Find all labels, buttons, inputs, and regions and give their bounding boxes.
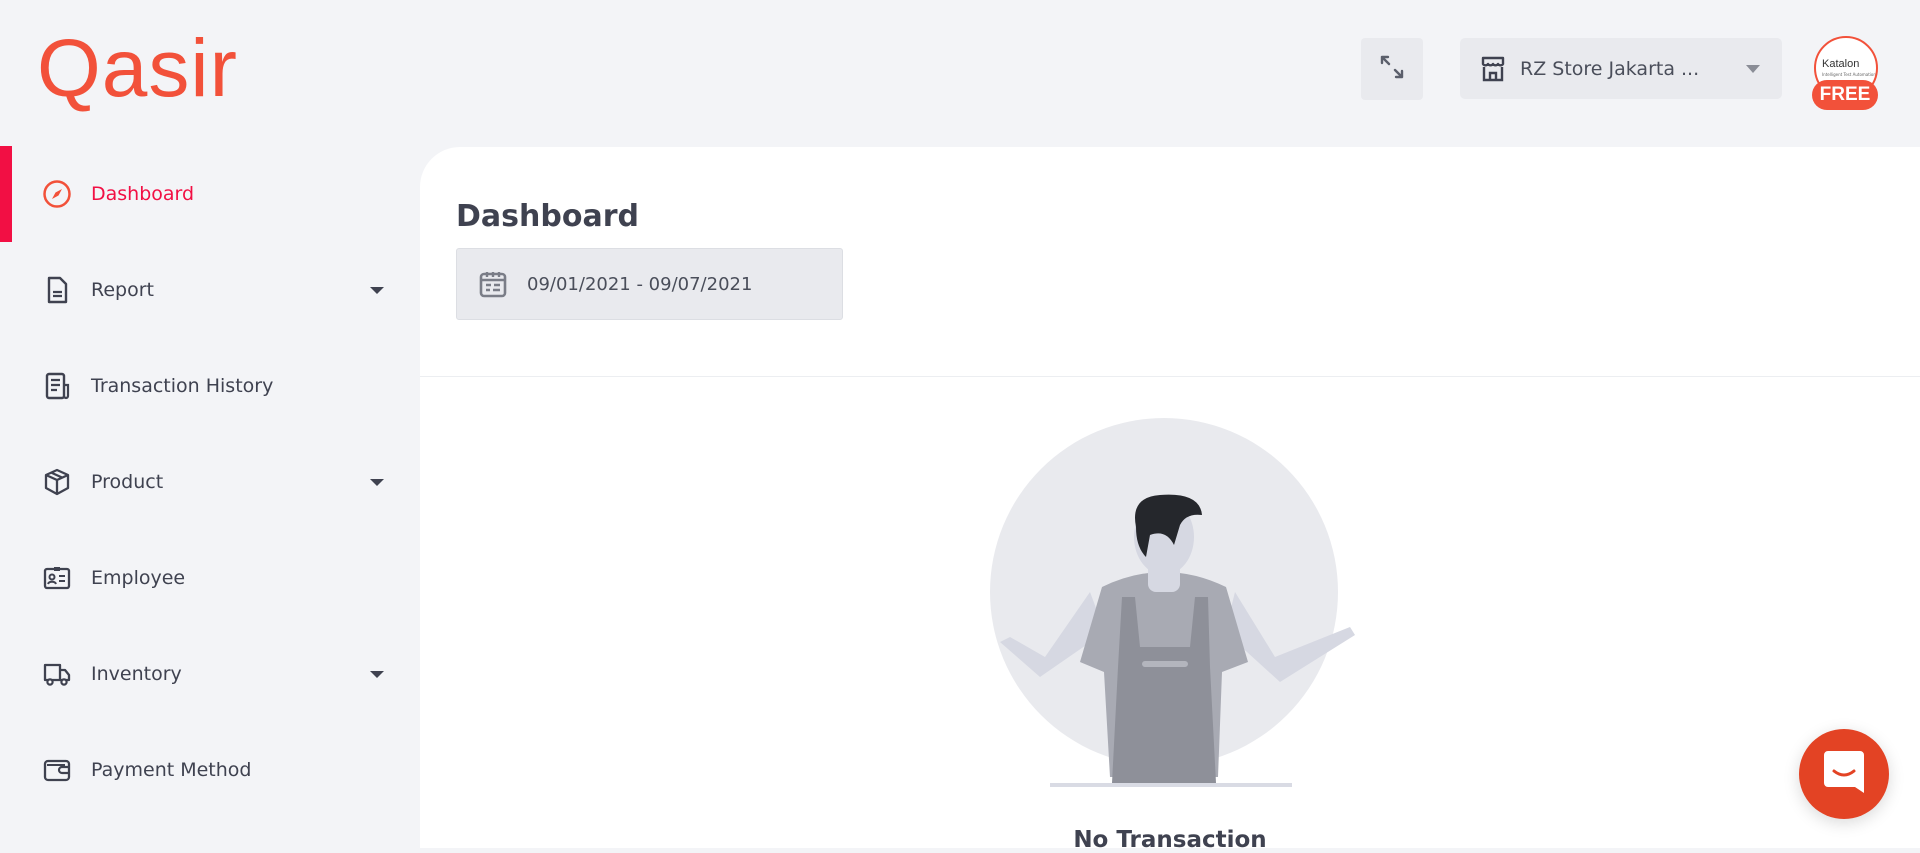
date-range-picker[interactable]: 09/01/2021 - 09/07/2021 <box>456 248 843 320</box>
box-icon <box>42 467 72 497</box>
avatar-brand: Katalon <box>1822 58 1860 70</box>
avatar-tagline: Intelligent Test Automation <box>1822 72 1876 77</box>
chat-button[interactable] <box>1799 729 1889 819</box>
qasir-logo: Qasir <box>37 23 238 114</box>
chevron-down-icon <box>370 286 384 294</box>
store-name: RZ Store Jakarta ... <box>1520 57 1700 80</box>
wallet-icon <box>42 755 72 785</box>
sidebar-item-report[interactable]: Report <box>0 242 420 338</box>
sidebar-item-employee[interactable]: Employee <box>0 530 420 626</box>
sidebar-item-label: Payment Method <box>91 759 252 781</box>
sidebar-item-label: Dashboard <box>91 183 195 205</box>
sidebar-item-transaction-history[interactable]: Transaction History <box>0 338 420 434</box>
chat-icon <box>1822 749 1866 799</box>
page-title: Dashboard <box>456 199 639 234</box>
sidebar-item-label: Transaction History <box>91 375 274 397</box>
truck-icon <box>42 659 72 689</box>
sidebar-item-label: Product <box>91 471 164 493</box>
empty-state-message: No Transaction <box>1073 827 1267 853</box>
sidebar-item-label: Inventory <box>91 663 182 685</box>
main-content: Dashboard 09/01/2021 - 09/07/2021 No Tra… <box>420 147 1920 853</box>
sidebar-item-label: Employee <box>91 567 186 589</box>
sidebar-item-payment-method[interactable]: Payment Method <box>0 722 420 818</box>
id-card-icon <box>42 563 72 593</box>
avatar[interactable]: Katalon Intelligent Test Automation FREE <box>1812 36 1880 110</box>
chevron-down-icon <box>370 670 384 678</box>
expand-icon <box>1379 54 1405 84</box>
document-icon <box>42 275 72 305</box>
store-selector[interactable]: RZ Store Jakarta ... <box>1460 38 1782 99</box>
active-indicator <box>0 146 12 242</box>
fullscreen-button[interactable] <box>1361 38 1423 100</box>
divider <box>420 376 1920 377</box>
calendar-icon <box>479 270 507 302</box>
receipt-icon <box>42 371 72 401</box>
sidebar-item-dashboard[interactable]: Dashboard <box>0 146 420 242</box>
date-range-value: 09/01/2021 - 09/07/2021 <box>527 273 753 295</box>
sidebar-item-label: Report <box>91 279 154 301</box>
compass-icon <box>42 179 72 209</box>
store-icon <box>1480 55 1506 87</box>
plan-badge: FREE <box>1812 80 1878 110</box>
empty-state-illustration <box>990 417 1360 801</box>
chevron-down-icon <box>1746 64 1760 73</box>
sidebar-item-inventory[interactable]: Inventory <box>0 626 420 722</box>
chevron-down-icon <box>370 478 384 486</box>
sidebar: Dashboard Report Transaction History Pro… <box>0 146 420 818</box>
sidebar-item-product[interactable]: Product <box>0 434 420 530</box>
